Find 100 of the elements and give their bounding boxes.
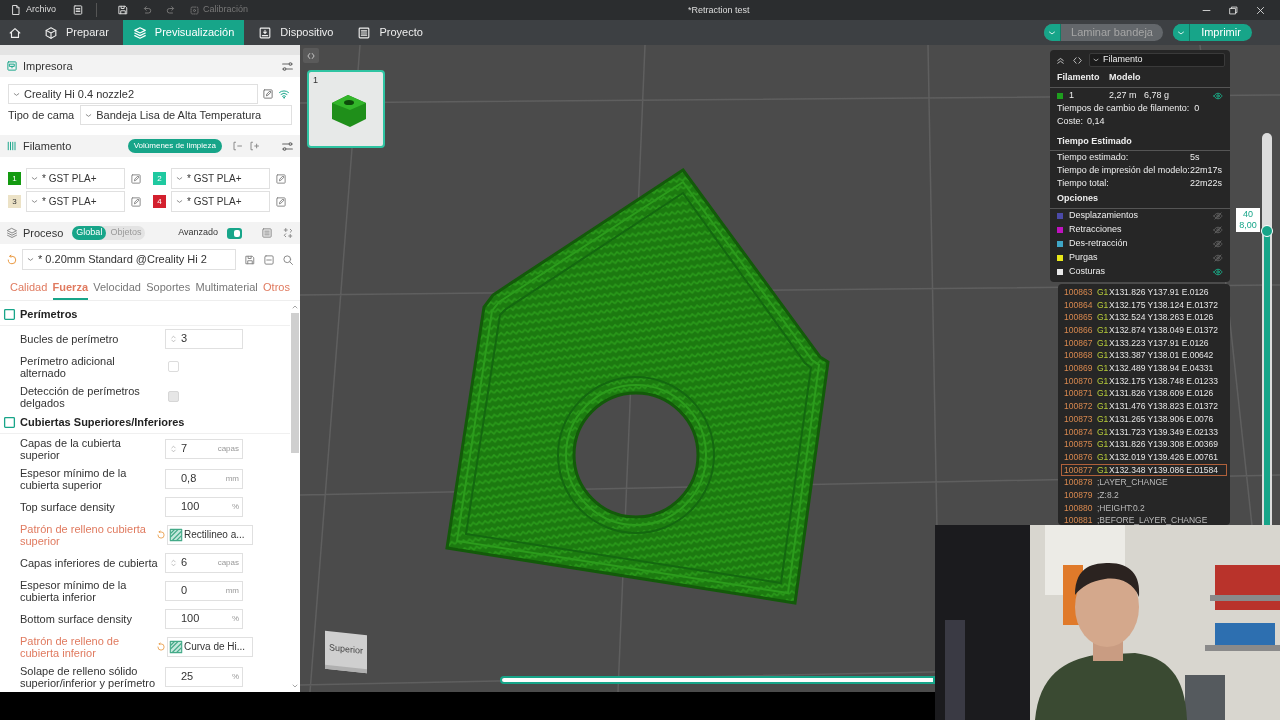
gcode-line[interactable]: 100866 G1X132.874 Y138.049 E.01372 (1061, 324, 1227, 337)
gcode-line[interactable]: 100867 G1X133.223 Y137.91 E.0126 (1061, 336, 1227, 350)
hidden-icon[interactable] (1213, 210, 1223, 221)
edit-icon[interactable] (275, 195, 287, 208)
wifi-icon[interactable] (278, 88, 290, 100)
sidebar-toggle[interactable] (303, 48, 319, 63)
column-header: Modelo (1109, 71, 1141, 84)
filament-select[interactable]: * GST PLA+ (26, 168, 125, 189)
hidden-icon[interactable] (1213, 224, 1223, 235)
scroll-down-icon[interactable] (291, 682, 299, 690)
settings-tab[interactable]: Soportes (146, 279, 191, 300)
gcode-line[interactable]: 100868 G1X133.387 Y138.01 E.00642 (1061, 349, 1227, 363)
setting-label: Detección de perímetros delgados (20, 384, 141, 409)
filament-number-badge: 1 (8, 172, 21, 185)
gcode-line[interactable]: 100873 G1X131.265 Y138.906 E.0076 (1061, 412, 1227, 426)
gcode-line[interactable]: 100878 ;LAYER_CHANGE (1061, 476, 1227, 489)
gcode-line[interactable]: 100869 G1X132.489 Y138.94 E.04331 (1061, 362, 1227, 375)
gcode-line[interactable]: 100881 ;BEFORE_LAYER_CHANGE (1061, 514, 1227, 525)
process-preset-select[interactable]: * 0.20mm Standard @Creality Hi 2 (22, 249, 236, 270)
filament-select[interactable]: * GST PLA+ (171, 191, 270, 212)
number-field[interactable]: 3 (165, 328, 243, 349)
list-icon[interactable] (261, 227, 273, 239)
reset-icon[interactable] (6, 253, 18, 266)
edit-icon[interactable] (130, 195, 142, 208)
number-field[interactable]: 0,8 mm (165, 468, 243, 489)
caret-icon (175, 197, 184, 206)
number-field[interactable]: 7 capas (165, 438, 243, 459)
eye-icon[interactable] (1213, 266, 1223, 277)
layers-icon (6, 227, 18, 239)
field-label: Avanzado (178, 226, 218, 240)
spinner-icon[interactable] (169, 332, 178, 345)
checkbox[interactable] (168, 361, 179, 372)
hidden-icon[interactable] (1213, 252, 1223, 263)
gcode-line[interactable]: 100880 ;HEIGHT:0.2 (1061, 501, 1227, 515)
caret-icon (1092, 56, 1100, 64)
gcode-line[interactable]: 100863 G1X131.826 Y137.91 E.0126 (1061, 286, 1227, 299)
advanced-toggle[interactable] (227, 227, 242, 239)
pattern-select[interactable]: Curva de Hi... (167, 636, 253, 657)
settings-tab[interactable]: Velocidad (93, 279, 141, 300)
plate-thumbnail[interactable]: 1 (307, 70, 385, 148)
printer-select[interactable]: Creality Hi 0.4 nozzle2 (8, 84, 258, 104)
settings-icon[interactable] (281, 139, 294, 153)
view-cube[interactable]: Superior (325, 630, 367, 674)
number-field[interactable]: 100 % (165, 496, 243, 517)
gcode-line[interactable]: 100870 G1X132.175 Y138.748 E.01233 (1061, 374, 1227, 388)
gcode-line[interactable]: 100879 ;Z:8.2 (1061, 489, 1227, 502)
stat-value: 5s (1190, 150, 1200, 164)
menu-icon[interactable] (72, 4, 84, 16)
settings-tab[interactable]: Multimaterial (195, 279, 258, 300)
collapse-icon[interactable] (263, 253, 275, 266)
gcode-line[interactable]: 100864 G1X132.175 Y138.124 E.01372 (1061, 298, 1227, 312)
gcode-line[interactable]: 100874 G1X131.723 Y139.349 E.02133 (1061, 425, 1227, 439)
number-field[interactable]: 0 mm (165, 580, 243, 601)
document-icon (10, 4, 22, 16)
file-menu[interactable]: Archivo (8, 1, 58, 19)
number-field[interactable]: 25 % (165, 666, 243, 687)
nav-tab[interactable]: Preparar (34, 20, 119, 45)
search-icon[interactable] (282, 253, 294, 266)
nav-tab[interactable]: Proyecto (347, 20, 433, 45)
eye-icon[interactable] (1213, 90, 1223, 101)
stat-label: Tiempo de impresión del modelo: (1057, 163, 1190, 177)
compare-icon[interactable] (282, 227, 294, 239)
gcode-line[interactable]: 100872 G1X131.476 Y138.823 E.01372 (1061, 400, 1227, 413)
reset-icon[interactable] (156, 529, 166, 540)
spinner-icon[interactable] (169, 556, 178, 569)
restore-icon[interactable] (1228, 4, 1239, 16)
nav-tab[interactable]: Dispositivo (248, 20, 344, 45)
close-icon[interactable] (1255, 4, 1266, 16)
gcode-line[interactable]: 100871 G1X131.826 Y138.609 E.0126 (1061, 387, 1227, 401)
number-field[interactable]: 100 % (165, 608, 243, 629)
code-icon[interactable] (1072, 54, 1083, 66)
setting-label: Capas inferiores de cubierta (20, 556, 159, 569)
add-filament-icon[interactable] (248, 140, 260, 152)
save-icon[interactable] (117, 4, 129, 16)
reset-icon[interactable] (156, 641, 166, 652)
filament-number: 1 (1069, 88, 1075, 102)
gcode-line[interactable]: 100865 G1X132.524 Y138.263 E.0126 (1061, 311, 1227, 325)
stat-label: Tiempo total: (1057, 176, 1110, 190)
gcode-line[interactable]: 100875 G1X131.826 Y139.308 E.00369 (1061, 438, 1227, 451)
filament-select[interactable]: * GST PLA+ (26, 191, 125, 212)
settings-icon[interactable] (281, 59, 294, 73)
stat-value: 22m17s (1190, 163, 1223, 177)
bed-type-select[interactable]: Bandeja Lisa de Alta Temperatura (80, 105, 292, 125)
pattern-select[interactable]: Rectilineo a... (167, 524, 253, 545)
edit-icon[interactable] (130, 172, 142, 185)
view-type-select[interactable]: Filamento (1089, 53, 1225, 67)
hidden-icon[interactable] (1213, 238, 1223, 249)
edit-icon[interactable] (275, 172, 287, 185)
caret-icon (175, 174, 184, 183)
edit-icon[interactable] (262, 88, 274, 100)
filament-select[interactable]: * GST PLA+ (171, 168, 270, 189)
home-icon[interactable] (8, 25, 22, 40)
spinner-icon[interactable] (169, 442, 178, 455)
remove-filament-icon[interactable] (231, 140, 243, 152)
layer-slider-thumb[interactable] (1261, 225, 1273, 237)
gcode-line[interactable]: 100876 G1X132.019 Y139.426 E.00761 (1061, 450, 1227, 464)
number-field[interactable]: 6 capas (165, 552, 243, 573)
move-slider[interactable] (500, 676, 935, 684)
layer-slider[interactable] (1262, 133, 1272, 525)
filament-number-badge: 2 (153, 172, 166, 185)
